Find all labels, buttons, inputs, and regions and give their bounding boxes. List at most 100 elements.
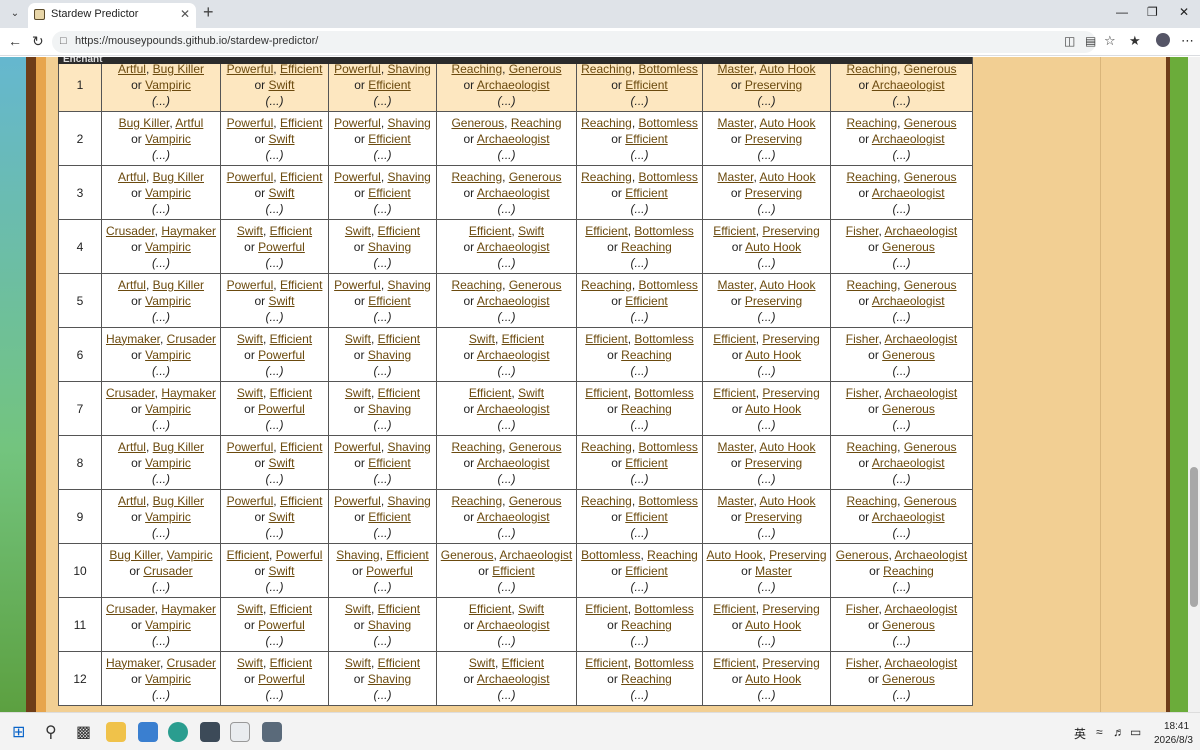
enchant-link[interactable]: Efficient [469, 602, 511, 616]
more-link[interactable]: (...) [631, 526, 649, 540]
more-link[interactable]: (...) [758, 634, 776, 648]
enchant-link[interactable]: Efficient [469, 386, 511, 400]
more-link[interactable]: (...) [631, 256, 649, 270]
more-link[interactable]: (...) [498, 688, 516, 702]
enchant-link[interactable]: Preserving [769, 548, 826, 562]
enchant-link[interactable]: Swift [269, 294, 295, 308]
enchant-link[interactable]: Swift [269, 510, 295, 524]
enchant-link[interactable]: Vampiric [145, 132, 191, 146]
enchant-link[interactable]: Reaching [846, 440, 897, 454]
enchant-link[interactable]: Preserving [762, 386, 819, 400]
more-link[interactable]: (...) [893, 688, 911, 702]
enchant-link[interactable]: Swift [269, 186, 295, 200]
enchant-link[interactable]: Powerful [227, 170, 274, 184]
enchant-link[interactable]: Master [717, 278, 753, 292]
enchant-link[interactable]: Efficient [280, 278, 322, 292]
enchant-link[interactable]: Swift [345, 602, 371, 616]
enchant-link[interactable]: Powerful [227, 440, 274, 454]
enchant-link[interactable]: Shaving [368, 618, 411, 632]
clock-time[interactable]: 18:41 [1164, 721, 1189, 732]
enchant-link[interactable]: Reaching [581, 440, 632, 454]
enchant-link[interactable]: Efficient [378, 332, 420, 346]
enchant-link[interactable]: Archaeologist [477, 672, 550, 686]
enchant-link[interactable]: Crusader [167, 656, 216, 670]
enchant-link[interactable]: Generous [882, 618, 935, 632]
enchant-link[interactable]: Efficient [270, 386, 312, 400]
enchant-link[interactable]: Generous [441, 548, 494, 562]
more-link[interactable]: (...) [758, 94, 776, 108]
enchant-link[interactable]: Fisher [846, 602, 879, 616]
enchant-link[interactable]: Haymaker [106, 332, 160, 346]
more-link[interactable]: (...) [758, 418, 776, 432]
file-explorer-icon[interactable] [106, 722, 126, 742]
more-link[interactable]: (...) [266, 94, 284, 108]
enchant-link[interactable]: Archaeologist [477, 456, 550, 470]
enchant-link[interactable]: Powerful [258, 402, 305, 416]
enchant-link[interactable]: Bottomless [634, 656, 693, 670]
enchant-link[interactable]: Reaching [451, 440, 502, 454]
more-link[interactable]: (...) [758, 256, 776, 270]
enchant-link[interactable]: Swift [469, 656, 495, 670]
enchant-link[interactable]: Master [717, 170, 753, 184]
enchant-link[interactable]: Preserving [762, 224, 819, 238]
enchant-link[interactable]: Efficient [713, 656, 755, 670]
reader-icon[interactable]: ▤ [1085, 34, 1096, 48]
enchant-link[interactable]: Bottomless [639, 170, 698, 184]
scrollbar[interactable] [1188, 57, 1200, 712]
enchant-link[interactable]: Auto Hook [759, 116, 815, 130]
enchant-link[interactable]: Reaching [581, 494, 632, 508]
enchant-link[interactable]: Bottomless [639, 278, 698, 292]
enchant-link[interactable]: Archaeologist [477, 186, 550, 200]
enchant-link[interactable]: Archaeologist [884, 602, 957, 616]
photos-icon[interactable] [138, 722, 158, 742]
more-link[interactable]: (...) [893, 256, 911, 270]
enchant-link[interactable]: Swift [518, 386, 544, 400]
enchant-link[interactable]: Bottomless [581, 548, 640, 562]
more-link[interactable]: (...) [152, 148, 170, 162]
enchant-link[interactable]: Auto Hook [745, 618, 801, 632]
enchant-link[interactable]: Preserving [745, 294, 802, 308]
enchant-link[interactable]: Generous [882, 402, 935, 416]
enchant-link[interactable]: Efficient [280, 170, 322, 184]
enchant-link[interactable]: Archaeologist [884, 332, 957, 346]
enchant-link[interactable]: Fisher [846, 386, 879, 400]
more-link[interactable]: (...) [498, 256, 516, 270]
enchant-link[interactable]: Powerful [366, 564, 413, 578]
more-link[interactable]: (...) [266, 634, 284, 648]
enchant-link[interactable]: Bug Killer [153, 170, 204, 184]
enchant-link[interactable]: Shaving [387, 278, 430, 292]
enchant-link[interactable]: Generous [904, 494, 957, 508]
enchant-link[interactable]: Master [755, 564, 792, 578]
enchant-link[interactable]: Vampiric [145, 186, 191, 200]
enchant-link[interactable]: Fisher [846, 656, 879, 670]
restore-icon[interactable]: ❐ [1147, 5, 1158, 19]
enchant-link[interactable]: Efficient [378, 224, 420, 238]
app-cube-icon[interactable] [200, 722, 220, 742]
enchant-link[interactable]: Haymaker [161, 224, 216, 238]
more-link[interactable]: (...) [152, 94, 170, 108]
enchant-link[interactable]: Powerful [258, 618, 305, 632]
enchant-link[interactable]: Archaeologist [477, 240, 550, 254]
more-link[interactable]: (...) [498, 148, 516, 162]
enchant-link[interactable]: Swift [269, 456, 295, 470]
more-link[interactable]: (...) [152, 364, 170, 378]
more-link[interactable]: (...) [498, 94, 516, 108]
enchant-link[interactable]: Efficient [280, 440, 322, 454]
more-link[interactable]: (...) [266, 364, 284, 378]
enchant-link[interactable]: Efficient [368, 456, 410, 470]
enchant-link[interactable]: Powerful [334, 116, 381, 130]
more-link[interactable]: (...) [152, 256, 170, 270]
ime-indicator[interactable]: 英 [1074, 725, 1086, 742]
enchant-link[interactable]: Crusader [106, 224, 155, 238]
more-link[interactable]: (...) [893, 310, 911, 324]
enchant-link[interactable]: Efficient [378, 602, 420, 616]
enchant-link[interactable]: Swift [237, 656, 263, 670]
enchant-link[interactable]: Swift [269, 78, 295, 92]
enchant-link[interactable]: Archaeologist [872, 78, 945, 92]
enchant-link[interactable]: Powerful [258, 348, 305, 362]
more-link[interactable]: (...) [498, 580, 516, 594]
more-link[interactable]: (...) [758, 310, 776, 324]
app-document-icon[interactable] [230, 722, 250, 742]
enchant-link[interactable]: Powerful [334, 278, 381, 292]
enchant-link[interactable]: Vampiric [145, 240, 191, 254]
